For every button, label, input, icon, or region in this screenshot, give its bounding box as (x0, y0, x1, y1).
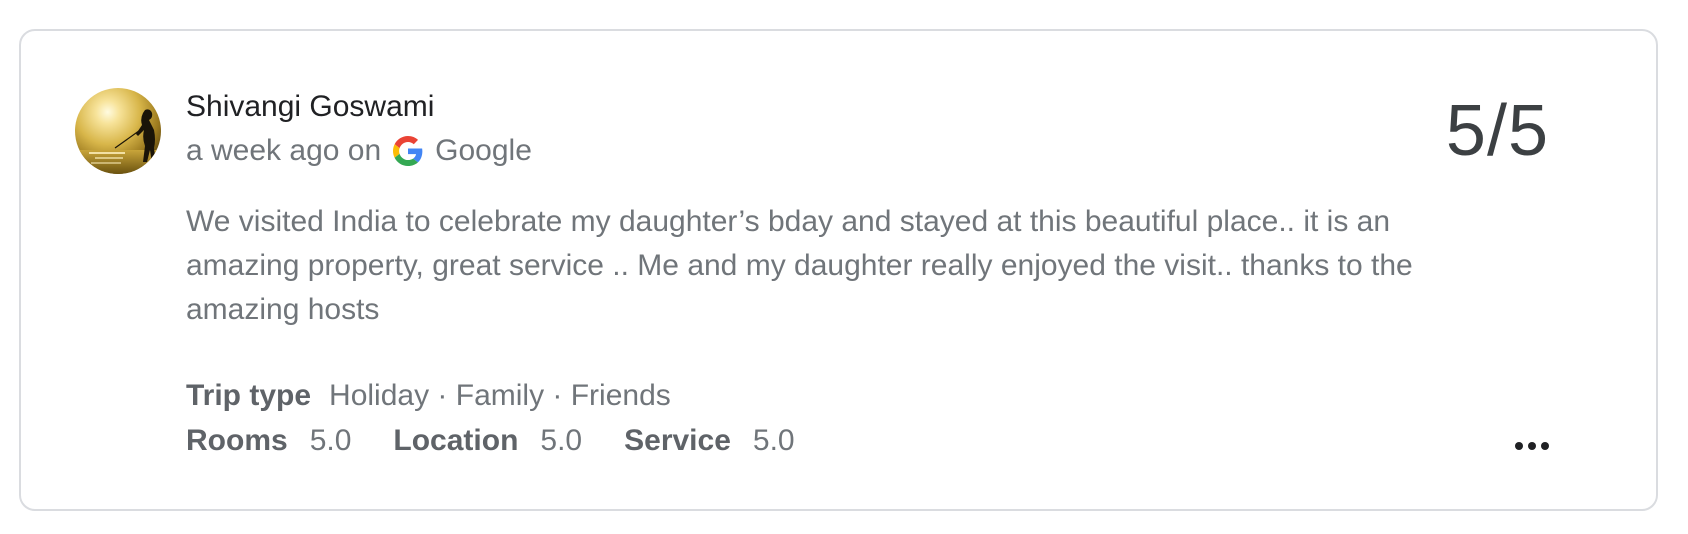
more-horizontal-icon (1541, 442, 1549, 450)
score-label: Rooms (186, 424, 288, 457)
avatar-sunset-photo (75, 88, 161, 174)
score-value: 5.0 (309, 424, 352, 457)
review-rating: 5/5 (1445, 91, 1549, 171)
more-horizontal-icon (1515, 442, 1523, 450)
score-location: Location 5.0 (393, 421, 582, 461)
google-logo-icon (393, 136, 423, 166)
score-service: Service 5.0 (624, 421, 794, 461)
trip-type-row: Trip type Holiday · Family · Friends (186, 376, 671, 416)
score-label: Service (624, 424, 731, 457)
category-scores: Rooms 5.0 Location 5.0 Service 5.0 (186, 421, 837, 461)
reviewer-name[interactable]: Shivangi Goswami (186, 89, 434, 125)
review-text: We visited India to celebrate my daughte… (186, 205, 1413, 326)
reviewer-avatar[interactable] (75, 88, 161, 174)
trip-type-value: Holiday · Family · Friends (329, 379, 671, 412)
score-value: 5.0 (540, 424, 583, 457)
review-source[interactable]: Google (435, 133, 532, 169)
more-horizontal-icon (1528, 442, 1536, 450)
score-value: 5.0 (752, 424, 795, 457)
review-time: a week ago on (186, 134, 382, 167)
score-label: Location (393, 424, 519, 457)
score-rooms: Rooms 5.0 (186, 421, 351, 461)
more-options-button[interactable] (1510, 431, 1554, 461)
trip-type-label: Trip type (186, 379, 312, 412)
review-meta: a week ago on Google (186, 133, 532, 169)
review-card: Shivangi Goswami a week ago on Google 5/… (19, 29, 1658, 511)
